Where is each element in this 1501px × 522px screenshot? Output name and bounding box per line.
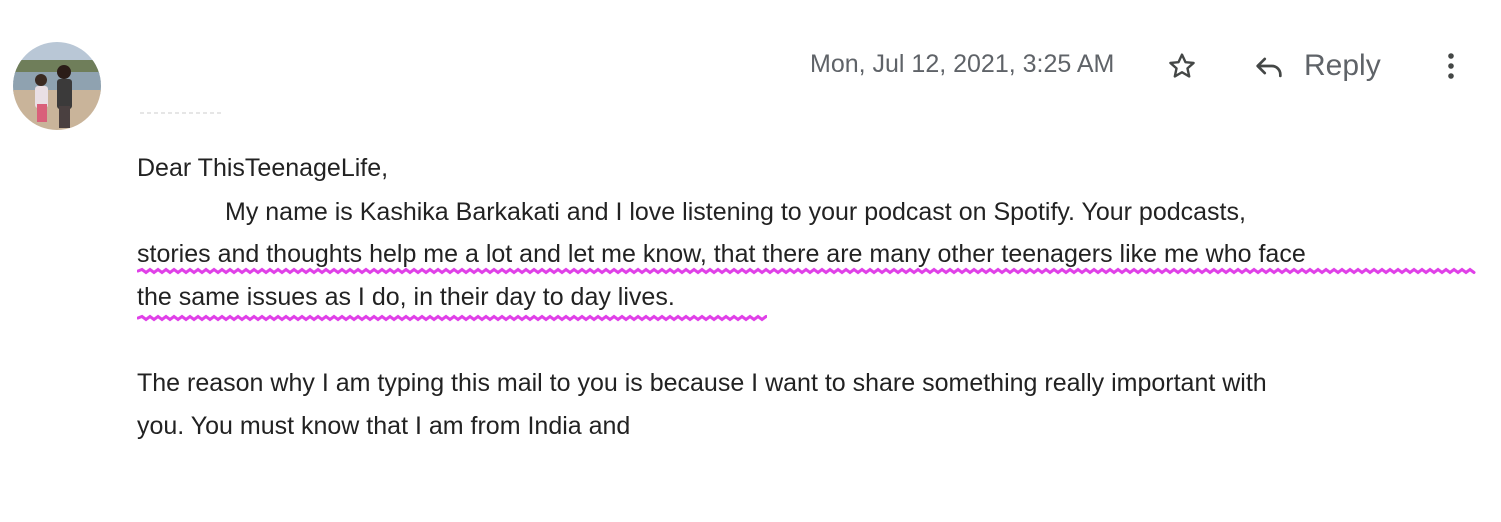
more-options-button[interactable] bbox=[1436, 48, 1466, 84]
star-button[interactable] bbox=[1164, 48, 1200, 84]
greeting: Dear ThisTeenageLife, bbox=[137, 154, 389, 182]
paragraph2-line1: The reason why I am typing this mail to … bbox=[137, 369, 1267, 397]
star-outline-icon bbox=[1169, 53, 1195, 78]
avatar-photo bbox=[13, 42, 101, 130]
paragraph1-line3: the same issues as I do, in their day to… bbox=[137, 283, 675, 311]
paragraph1-line1: My name is Kashika Barkakati and I love … bbox=[225, 198, 1246, 226]
paragraph2-line2: you. You must know that I am from India … bbox=[137, 412, 631, 440]
message-header-actions: Mon, Jul 12, 2021, 3:25 AM Reply bbox=[800, 40, 1480, 90]
reply-button[interactable]: Reply bbox=[1252, 46, 1381, 86]
message-date: Mon, Jul 12, 2021, 3:25 AM bbox=[810, 50, 1115, 78]
sender-name-redacted bbox=[140, 112, 222, 114]
reply-label: Reply bbox=[1304, 49, 1381, 82]
paragraph1-line2: stories and thoughts help me a lot and l… bbox=[137, 240, 1306, 268]
more-vert-icon bbox=[1448, 53, 1454, 79]
sender-avatar[interactable] bbox=[13, 42, 101, 130]
highlight-underline-2 bbox=[137, 314, 767, 322]
reply-arrow-icon bbox=[1252, 49, 1286, 83]
highlight-underline-1 bbox=[137, 267, 1476, 275]
